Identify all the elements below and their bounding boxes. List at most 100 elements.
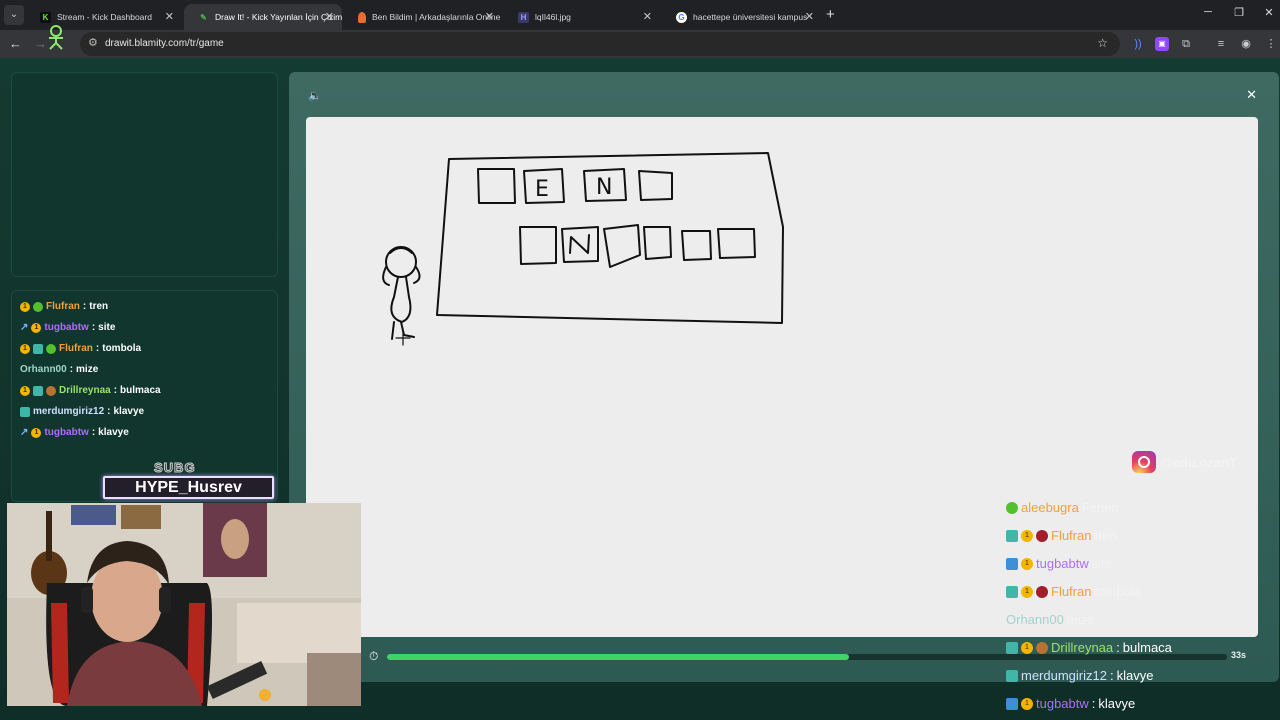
close-icon[interactable]: ✕ <box>805 10 814 23</box>
badge-icon: 1 <box>31 322 42 333</box>
sub-alert-name: HYPE_Husrev <box>103 476 274 499</box>
overlay-chat-message: 1 tugbabtw site <box>1006 556 1112 571</box>
bookmark-star-icon[interactable]: ☆ <box>1097 36 1108 50</box>
devil-badge-icon <box>1036 529 1048 542</box>
extension-twitch-icon[interactable]: ▣ <box>1155 37 1169 51</box>
instagram-handle: @edu.ozanT <box>1160 455 1237 470</box>
overlay-chat-username: Flufran <box>1051 584 1092 599</box>
tab-google-search[interactable]: G hacettepe üniversitesi kampus ✕ <box>662 4 822 30</box>
drawing-canvas[interactable]: E N <box>306 117 1258 637</box>
stopwatch-icon: ⏱ <box>369 649 379 663</box>
tab-drawit[interactable]: ✎ Draw It! - Kick Yayınları İçin Çizim ✕ <box>184 4 342 30</box>
url-text: drawit.blamity.com/tr/game <box>105 38 224 49</box>
close-icon[interactable]: ✕ <box>325 10 334 23</box>
extensions-puzzle-icon[interactable]: ⧉ <box>1179 37 1193 51</box>
window-close-icon[interactable]: ✕ <box>1262 6 1276 19</box>
overlay-chat-text: klavye <box>1098 696 1136 711</box>
chat-message: merdumgiriz12: klavye <box>20 406 144 417</box>
badge-icon: 1 <box>20 301 30 312</box>
speaker-icon[interactable]: 🔈 <box>308 89 322 102</box>
badge-icon: 1 <box>1021 529 1033 542</box>
chat-colon: : <box>1116 640 1120 655</box>
drawing-svg: E N <box>382 152 784 346</box>
stream-side-panel <box>11 72 278 277</box>
tab-ben-bildim[interactable]: Ben Bildim | Arkadaşlarınla Online ✕ <box>344 4 502 30</box>
overlay-chat-username: aleebugra <box>1021 500 1079 515</box>
chat-message: ↗ 1 tugbabtw: klavye <box>20 427 129 438</box>
address-bar[interactable]: ⚙ drawit.blamity.com/tr/game ☆ <box>80 32 1120 56</box>
letter-e: E <box>535 177 549 202</box>
extension-wave-icon[interactable]: )) <box>1131 37 1145 51</box>
site-info-icon[interactable]: ⚙ <box>88 36 98 49</box>
close-icon[interactable]: ✕ <box>643 10 652 23</box>
overlay-chat-message: 1 Flufran tren <box>1006 528 1117 543</box>
profile-avatar-icon[interactable]: ◉ <box>1239 37 1253 51</box>
overlay-chat-text: site <box>1091 556 1112 571</box>
chat-colon: : <box>95 343 100 354</box>
letter-n: N <box>596 175 612 200</box>
overlay-chat-text: tombola <box>1094 584 1141 599</box>
subscriber-badge-icon <box>20 406 30 417</box>
close-icon[interactable]: ✕ <box>1246 87 1257 103</box>
badge-icon <box>1036 641 1048 654</box>
browser-toolbar: ← → ⚙ drawit.blamity.com/tr/game ☆ )) ▣ … <box>0 25 1280 58</box>
subscriber-badge-icon <box>1006 641 1018 654</box>
overlay-chat-username: tugbabtw <box>1036 556 1089 571</box>
overlay-chat-message: Orhann00 mize <box>1006 612 1094 627</box>
overlay-chat-text: tren <box>1094 528 1117 543</box>
browser-tab-bar: ⌄ K Stream - Kick Dashboard ✕ ✎ Draw It!… <box>0 0 1280 30</box>
chat-username: tugbabtw <box>44 322 89 333</box>
box <box>603 224 641 268</box>
chat-message: ↗ 1 tugbabtw: site <box>20 322 115 333</box>
overlay-chat-message: aleebugra Fenerr <box>1006 500 1120 515</box>
badge-icon: 1 <box>1021 585 1033 598</box>
cursor-crosshair <box>395 330 411 346</box>
chat-username: tugbabtw <box>44 427 89 438</box>
webcam-feed <box>7 503 361 706</box>
chat-colon: : <box>82 301 87 312</box>
tab-list-chevron-icon[interactable]: ⌄ <box>4 5 24 25</box>
box <box>477 168 516 204</box>
media-controls-icon[interactable]: ≡ <box>1214 37 1228 51</box>
chat-username: Flufran <box>46 301 80 312</box>
tab-title: Ben Bildim | Arkadaşlarınla Online <box>372 12 501 22</box>
minimize-icon[interactable]: ─ <box>1201 6 1215 18</box>
overlay-chat-text: klavye <box>1116 668 1154 683</box>
sword-badge-icon <box>1006 697 1018 710</box>
browser-menu-icon[interactable]: ⋮ <box>1264 37 1278 51</box>
badge-icon: 1 <box>1021 641 1033 654</box>
box <box>681 230 712 261</box>
subscriber-badge-icon <box>1006 669 1018 682</box>
overlay-chat-username: Orhann00 <box>1006 612 1064 627</box>
chat-colon: : <box>69 364 74 375</box>
sword-badge-icon: ↗ <box>20 322 29 333</box>
back-arrow-icon[interactable]: ← <box>9 36 22 51</box>
badge-icon <box>1006 501 1018 514</box>
chat-colon: : <box>107 406 111 417</box>
image-icon: H <box>518 11 529 23</box>
sword-badge-icon: ↗ <box>20 427 29 438</box>
tab-title: Draw It! - Kick Yayınları İçin Çizim <box>215 12 342 22</box>
chat-message: 1 Flufran: tombola <box>20 343 141 354</box>
overlay-chat-username: Flufran <box>1051 528 1092 543</box>
chat-text: bulmaca <box>120 385 161 396</box>
instagram-icon <box>1132 451 1156 473</box>
new-tab-plus-icon[interactable]: + <box>826 6 835 23</box>
chat-colon: : <box>1091 696 1096 711</box>
maximize-icon[interactable]: ❐ <box>1232 6 1246 19</box>
chat-colon: : <box>113 385 118 396</box>
badge-icon: 1 <box>20 385 30 396</box>
chat-message: Orhann00: mize <box>20 364 98 375</box>
tab-image[interactable]: H lqIl46l.jpg ✕ <box>504 4 660 30</box>
close-icon[interactable]: ✕ <box>485 10 494 23</box>
overlay-chat-message: 1 Drillreynaa: bulmaca <box>1006 640 1172 655</box>
chat-text: klavye <box>98 427 129 438</box>
close-icon[interactable]: ✕ <box>165 10 174 23</box>
badge-icon: 1 <box>31 427 42 438</box>
chat-username: Orhann00 <box>20 364 67 375</box>
badge-icon: 1 <box>1021 697 1033 710</box>
badge-icon: 1 <box>20 343 30 354</box>
tab-title: hacettepe üniversitesi kampus <box>693 12 808 22</box>
overlay-chat-message: 1 Flufran tombola <box>1006 584 1141 599</box>
tab-title: Stream - Kick Dashboard <box>57 12 152 22</box>
